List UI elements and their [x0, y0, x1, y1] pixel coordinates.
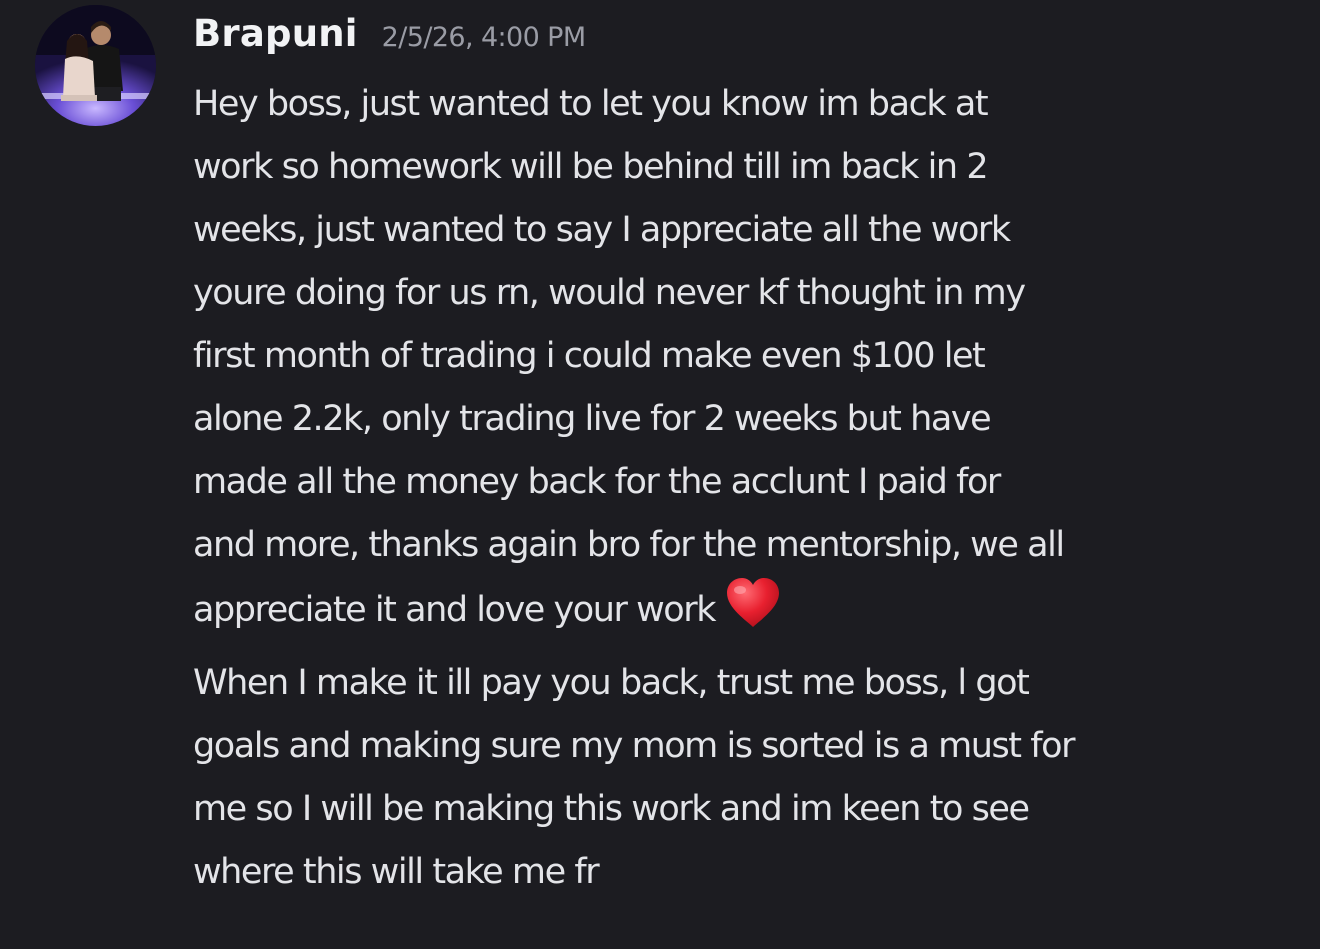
- message-paragraph: Hey boss, just wanted to let you know im…: [193, 73, 1305, 650]
- message-line: made all the money back for the acclunt …: [193, 462, 1001, 502]
- heart-emoji: [725, 577, 781, 650]
- chat-message: Brapuni 2/5/26, 4:00 PM Hey boss, just w…: [0, 0, 1320, 949]
- message-line: youre doing for us rn, would never kf th…: [193, 273, 1026, 313]
- message-line: alone 2.2k, only trading live for 2 week…: [193, 399, 992, 439]
- username[interactable]: Brapuni: [193, 12, 358, 55]
- message-line: When I make it ill pay you back, trust m…: [193, 663, 1030, 703]
- message-line: me so I will be making this work and im …: [193, 789, 1030, 829]
- message-line: work so homework will be behind till im …: [193, 147, 989, 187]
- message-header: Brapuni 2/5/26, 4:00 PM: [193, 12, 586, 68]
- message-content: Hey boss, just wanted to let you know im…: [193, 73, 1305, 904]
- message-line: where this will take me fr: [193, 852, 600, 892]
- message-line-with-emoji: appreciate it and love your work: [193, 577, 1305, 650]
- message-timestamp: 2/5/26, 4:00 PM: [381, 22, 586, 53]
- message-line: and more, thanks again bro for the mento…: [193, 525, 1065, 565]
- message-line: appreciate it and love your work: [193, 590, 716, 630]
- message-line: weeks, just wanted to say I appreciate a…: [193, 210, 1011, 250]
- message-paragraph: When I make it ill pay you back, trust m…: [193, 652, 1305, 904]
- message-line: Hey boss, just wanted to let you know im…: [193, 84, 989, 124]
- avatar-photo: [35, 5, 156, 126]
- user-avatar[interactable]: [35, 5, 156, 126]
- message-line: goals and making sure my mom is sorted i…: [193, 726, 1075, 766]
- message-line: first month of trading i could make even…: [193, 336, 986, 376]
